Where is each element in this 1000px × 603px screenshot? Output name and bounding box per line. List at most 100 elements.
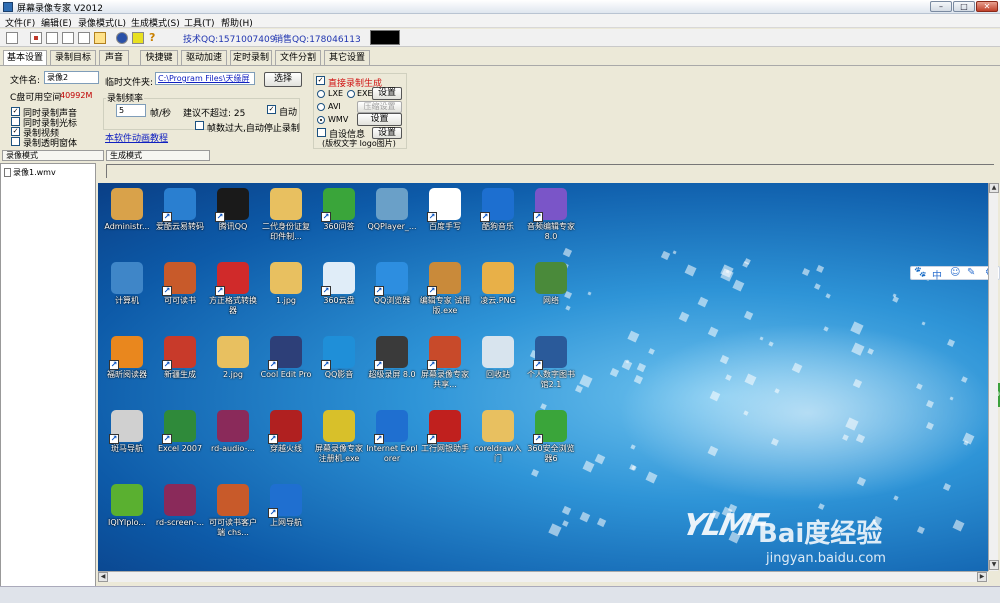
desktop-icon[interactable]: Administr... bbox=[100, 188, 154, 232]
tab-driver[interactable]: 驱动加速 bbox=[181, 50, 227, 65]
desktop-icon[interactable]: coreldraw入门 bbox=[471, 410, 525, 464]
desktop-icon[interactable]: ↗ 腾讯QQ bbox=[206, 188, 260, 232]
desktop-icon[interactable]: ↗ 屏幕录像专家 共享... bbox=[418, 336, 472, 390]
desktop-icon[interactable]: ↗ 360云盘 bbox=[312, 262, 366, 306]
close-button[interactable]: ✕ bbox=[976, 1, 998, 12]
direct-record-check[interactable]: ✓ bbox=[316, 76, 325, 85]
record-icon[interactable] bbox=[30, 32, 42, 44]
maximize-button[interactable]: □ bbox=[953, 1, 975, 12]
desktop-icon[interactable]: 回收站 bbox=[471, 336, 525, 380]
paw-icon[interactable]: 🐾 bbox=[914, 267, 926, 278]
desktop-icon[interactable]: ↗ 音频编辑专家 8.0 bbox=[524, 188, 578, 242]
desktop-icon[interactable]: ↗ 360安全浏览器6 bbox=[524, 410, 578, 464]
format-lxe-radio[interactable] bbox=[317, 90, 325, 98]
browse-button[interactable]: 选择 bbox=[264, 72, 302, 87]
desktop-icon[interactable]: QQPlayer_... bbox=[365, 188, 419, 232]
auto-check[interactable]: ✓ bbox=[267, 105, 276, 114]
menu-file[interactable]: 文件(F) bbox=[5, 16, 35, 29]
menu-record-mode[interactable]: 录像模式(L) bbox=[78, 16, 126, 29]
format-exe-radio[interactable] bbox=[347, 90, 355, 98]
desktop-icon[interactable]: ↗ 可可读书 bbox=[153, 262, 207, 306]
scroll-right-icon[interactable]: ▶ bbox=[977, 572, 987, 582]
desktop-icon[interactable]: ↗ 百度手写 bbox=[418, 188, 472, 232]
scroll-left-icon[interactable]: ◀ bbox=[98, 572, 108, 582]
desktop-icon[interactable]: 网络 bbox=[524, 262, 578, 306]
desktop-icon[interactable]: 2.jpg bbox=[206, 336, 260, 380]
desktop-icon[interactable]: ↗ 斑马导航 bbox=[100, 410, 154, 454]
desktop-icon[interactable]: ↗ 福昕阅读器 bbox=[100, 336, 154, 380]
check-record-cursor[interactable] bbox=[11, 117, 20, 126]
check-record-transparent[interactable] bbox=[11, 137, 20, 146]
filename-input[interactable] bbox=[44, 71, 99, 84]
tab-target[interactable]: 录制目标 bbox=[50, 50, 96, 65]
desktop-icon[interactable]: 凌云.PNG bbox=[471, 262, 525, 306]
desktop-icon[interactable]: ↗ Excel 2007 bbox=[153, 410, 207, 454]
tab-split[interactable]: 文件分割 bbox=[275, 50, 321, 65]
desktop-icon[interactable]: ↗ 个人数字图书馆2.1 bbox=[524, 336, 578, 390]
tab-timer[interactable]: 定时录制 bbox=[230, 50, 272, 65]
horizontal-scrollbar[interactable]: ◀ ▶ bbox=[98, 571, 988, 582]
desktop-icon[interactable]: ↗ 工行网银助手 bbox=[418, 410, 472, 454]
chinese-input-icon[interactable]: 中 bbox=[932, 267, 942, 282]
desktop-icon[interactable]: 屏幕录像专家注册机.exe bbox=[312, 410, 366, 464]
vertical-scrollbar[interactable]: ▲ ▼ bbox=[988, 183, 999, 571]
temp-folder-input[interactable] bbox=[155, 72, 255, 85]
record-mode-label[interactable]: 录像模式 bbox=[2, 150, 104, 161]
fps-input[interactable] bbox=[116, 104, 146, 117]
desktop-icon[interactable]: IQIYIplo... bbox=[100, 484, 154, 528]
desktop-icon[interactable]: rd-audio-... bbox=[206, 410, 260, 454]
wallpaper-square bbox=[582, 460, 595, 472]
desktop-icon[interactable]: ↗ 穿越火线 bbox=[259, 410, 313, 454]
desktop-icon[interactable]: ↗ 方正格式转换器 bbox=[206, 262, 260, 316]
format-avi-radio[interactable] bbox=[317, 103, 325, 111]
play-icon[interactable] bbox=[78, 32, 90, 44]
edit-icon[interactable] bbox=[94, 32, 106, 44]
compress-settings-button[interactable]: 压缩设置 bbox=[357, 101, 402, 113]
custom-info-check[interactable] bbox=[317, 128, 326, 137]
desktop-icon[interactable]: ↗ QQ浏览器 bbox=[365, 262, 419, 306]
scroll-up-icon[interactable]: ▲ bbox=[989, 183, 999, 193]
new-file-icon[interactable] bbox=[6, 32, 18, 44]
info-icon[interactable] bbox=[132, 32, 144, 44]
desktop-icon[interactable]: ↗ QQ影音 bbox=[312, 336, 366, 380]
pen-icon[interactable]: ✎ bbox=[967, 267, 975, 278]
desktop-icon[interactable]: ↗ Internet Explorer bbox=[365, 410, 419, 464]
desktop-icon[interactable]: ↗ 爱酷云易转码 bbox=[153, 188, 207, 232]
auto-stop-check[interactable] bbox=[195, 121, 204, 130]
desktop-icon[interactable]: 计算机 bbox=[100, 262, 154, 306]
desktop-icon[interactable]: ↗ Cool Edit Pro bbox=[259, 336, 313, 380]
desktop-icon[interactable]: ↗ 360问答 bbox=[312, 188, 366, 232]
desktop-icon[interactable]: 1.jpg bbox=[259, 262, 313, 306]
tab-hotkey[interactable]: 快捷键 bbox=[140, 50, 178, 65]
scroll-down-icon[interactable]: ▼ bbox=[989, 560, 999, 570]
tab-sound[interactable]: 声音 bbox=[99, 50, 129, 65]
menu-edit[interactable]: 编辑(E) bbox=[41, 16, 72, 29]
tab-other[interactable]: 其它设置 bbox=[324, 50, 370, 65]
list-item[interactable]: 录像1.wmv bbox=[4, 167, 56, 178]
help-icon[interactable]: ? bbox=[149, 32, 161, 44]
menu-gen-mode[interactable]: 生成模式(S) bbox=[131, 16, 180, 29]
menu-tools[interactable]: 工具(T) bbox=[184, 16, 215, 29]
menu-help[interactable]: 帮助(H) bbox=[221, 16, 253, 29]
format-wmv-radio[interactable] bbox=[317, 116, 325, 124]
desktop-icon[interactable]: rd-screen-... bbox=[153, 484, 207, 528]
desktop-icon[interactable]: ↗ 超级录屏 8.0 bbox=[365, 336, 419, 380]
tab-basic[interactable]: 基本设置 bbox=[3, 50, 47, 66]
check-record-sound[interactable]: ✓ bbox=[11, 107, 20, 116]
desktop-icon[interactable]: 二代身份证复印件制... bbox=[259, 188, 313, 242]
desktop-icon[interactable]: ↗ 酷狗音乐 bbox=[471, 188, 525, 232]
wmv-settings-button[interactable]: 设置 bbox=[357, 113, 402, 126]
check-record-video[interactable]: ✓ bbox=[11, 127, 20, 136]
tutorial-link[interactable]: 本软件动画教程 bbox=[105, 131, 168, 144]
exe-settings-button[interactable]: 设置 bbox=[372, 87, 402, 100]
desktop-icon[interactable]: 可可读书客户端 chs... bbox=[206, 484, 260, 538]
stop-icon[interactable] bbox=[62, 32, 74, 44]
desktop-icon[interactable]: ↗ 上网导航 bbox=[259, 484, 313, 528]
minimize-button[interactable]: – bbox=[930, 1, 952, 12]
pause-icon[interactable] bbox=[46, 32, 58, 44]
desktop-icon[interactable]: ↗ 新疆生成 bbox=[153, 336, 207, 380]
gen-mode-label[interactable]: 生成模式 bbox=[106, 150, 210, 161]
desktop-icon[interactable]: ↗ 编辑专家 试用版.exe bbox=[418, 262, 472, 316]
smile-icon[interactable]: ☺ bbox=[950, 267, 960, 278]
web-icon[interactable] bbox=[116, 32, 128, 44]
